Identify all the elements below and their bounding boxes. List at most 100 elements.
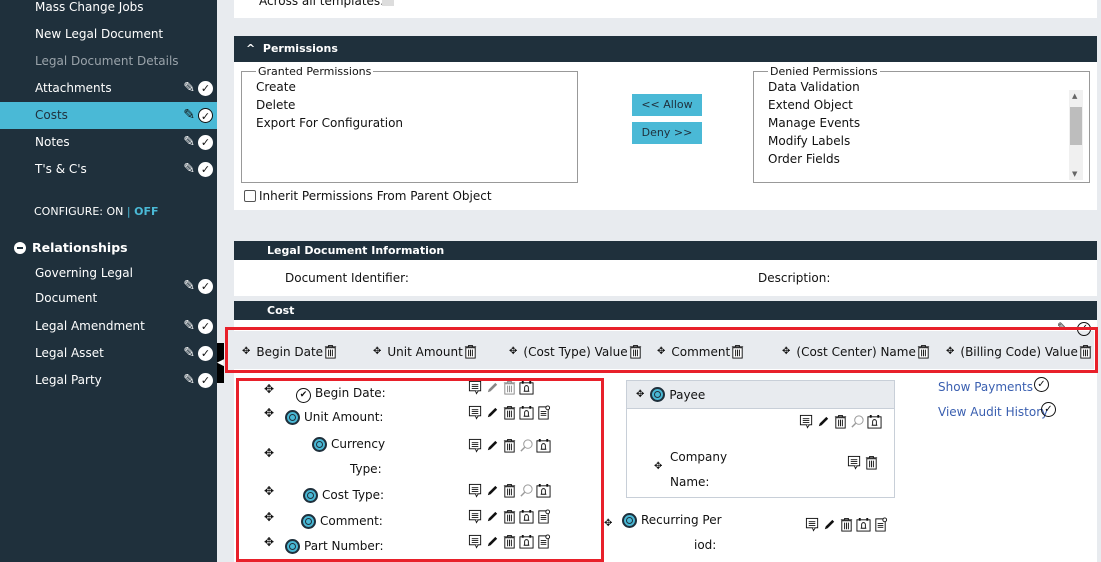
label: Legal Asset — [35, 346, 104, 360]
list-item[interactable]: Extend Object — [768, 96, 1075, 114]
scroll-up-icon[interactable]: ▲ — [1072, 92, 1077, 100]
permissions-header[interactable]: ^ Permissions — [234, 36, 1097, 62]
configure-off[interactable]: OFF — [134, 205, 158, 218]
pencil-icon[interactable] — [816, 414, 831, 429]
pencil-icon[interactable]: ✎ — [183, 313, 195, 340]
allow-button[interactable]: << Allow — [632, 94, 702, 116]
check-icon[interactable]: ✓ — [1034, 377, 1049, 392]
trash-icon[interactable] — [833, 414, 848, 429]
configure-on[interactable]: CONFIGURE: ON — [34, 205, 123, 218]
label: Attachments — [35, 81, 112, 95]
cost-header: Cost — [234, 301, 1097, 320]
rule-icon[interactable] — [873, 517, 888, 532]
sidebar-item-new-legal-document[interactable]: New Legal Document — [0, 21, 217, 48]
pencil-icon[interactable]: ✎ — [183, 367, 195, 394]
sidebar-item-legal-party[interactable]: Legal Party ✎ ✓ — [0, 367, 217, 394]
label: T's & C's — [35, 162, 87, 176]
legal-document-information-panel: Document Identifier: Description: — [234, 260, 1097, 296]
pencil-icon[interactable] — [822, 517, 837, 532]
list-item[interactable]: Manage Events — [768, 114, 1075, 132]
check-icon[interactable]: ✓ — [198, 373, 213, 388]
relationships-header[interactable]: Relationships — [14, 240, 128, 255]
sidebar-collapse-handle[interactable]: ◀ — [217, 343, 224, 383]
sidebar: Mass Change Jobs New Legal Document Lega… — [0, 0, 217, 562]
sidebar-item-governing-legal-document[interactable]: Governing Legal Document ✎ ✓ — [0, 261, 217, 311]
pencil-icon[interactable]: ✎ — [183, 129, 195, 156]
sidebar-item-notes[interactable]: Notes ✎ ✓ — [0, 129, 217, 156]
pencil-icon[interactable]: ✎ — [183, 340, 195, 367]
payee-header: ✥ Payee — [627, 381, 894, 409]
sidebar-item-costs[interactable]: Costs ✎ ✓ — [0, 102, 217, 129]
view-audit-history-link[interactable]: View Audit History — [938, 405, 1048, 419]
check-icon[interactable]: ✓ — [198, 319, 213, 334]
label: Name: — [670, 475, 710, 489]
check-icon[interactable]: ✓ — [198, 108, 213, 123]
sidebar-item-attachments[interactable]: Attachments ✎ ✓ — [0, 75, 217, 102]
comment-icon[interactable] — [799, 414, 814, 429]
check-icon[interactable]: ✓ — [1041, 402, 1056, 417]
alert-calendar-icon[interactable] — [856, 517, 871, 532]
sidebar-item-mass-change-jobs[interactable]: Mass Change Jobs — [0, 0, 217, 21]
sidebar-item-legal-document-details[interactable]: Legal Document Details — [0, 48, 217, 75]
label: iod: — [694, 538, 717, 552]
description-label: Description: — [758, 271, 831, 285]
pencil-icon[interactable]: ✎ — [183, 102, 195, 129]
label: Legal Amendment — [35, 319, 145, 333]
trash-icon[interactable] — [864, 455, 879, 470]
recurring-period-field: Recurring Per iod: — [622, 508, 722, 558]
across-templates-checkbox[interactable] — [382, 0, 394, 6]
pencil-icon[interactable]: ✎ — [183, 75, 195, 102]
chevron-up-icon: ^ — [246, 42, 256, 55]
check-icon[interactable]: ✓ — [198, 81, 213, 96]
scroll-thumb[interactable] — [1070, 107, 1082, 145]
search-icon[interactable] — [850, 414, 865, 429]
denied-legend: Denied Permissions — [770, 65, 878, 78]
company-name-label: Company Name: — [670, 445, 727, 495]
move-icon[interactable]: ✥ — [636, 389, 644, 400]
granted-permissions-list[interactable]: Granted Permissions Create Delete Export… — [241, 65, 578, 183]
check-icon[interactable]: ✓ — [198, 162, 213, 177]
granted-legend: Granted Permissions — [258, 65, 372, 78]
move-icon[interactable]: ✥ — [654, 461, 662, 472]
alert-calendar-icon[interactable] — [867, 414, 882, 429]
check-icon[interactable]: ✓ — [198, 279, 213, 294]
payee-label: Payee — [669, 387, 706, 402]
sidebar-item-legal-asset[interactable]: Legal Asset ✎ ✓ — [0, 340, 217, 367]
scroll-down-icon[interactable]: ▼ — [1072, 170, 1077, 178]
relationships-title: Relationships — [32, 240, 128, 255]
target-icon — [622, 513, 637, 528]
legal-document-information-header: Legal Document Information — [234, 241, 1097, 260]
scrollbar[interactable]: ▲ ▼ — [1069, 90, 1083, 180]
pencil-icon[interactable]: ✎ — [183, 156, 195, 183]
document-identifier-label: Document Identifier: — [285, 271, 409, 285]
list-item[interactable]: Export For Configuration — [256, 114, 563, 132]
trash-icon[interactable] — [839, 517, 854, 532]
check-icon[interactable]: ✓ — [198, 346, 213, 361]
label: Costs — [35, 108, 68, 122]
list-item[interactable]: Create — [256, 78, 563, 96]
check-icon[interactable]: ✓ — [198, 135, 213, 150]
highlight-box-fields — [236, 378, 604, 562]
label: Company — [670, 450, 728, 464]
list-item[interactable]: Data Validation — [768, 78, 1075, 96]
list-item[interactable]: Modify Labels — [768, 132, 1075, 150]
comment-icon[interactable] — [847, 455, 862, 470]
inherit-permissions[interactable]: Inherit Permissions From Parent Object — [244, 189, 492, 203]
sidebar-item-ts-cs[interactable]: T's & C's ✎ ✓ — [0, 156, 217, 183]
comment-icon[interactable] — [805, 517, 820, 532]
sidebar-item-legal-amendment[interactable]: Legal Amendment ✎ ✓ — [0, 313, 217, 340]
denied-permissions-list[interactable]: Denied Permissions Data Validation Exten… — [753, 65, 1090, 183]
list-item[interactable]: Delete — [256, 96, 563, 114]
list-item[interactable]: Order Fields — [768, 150, 1075, 168]
deny-button[interactable]: Deny >> — [632, 122, 702, 144]
show-payments-link[interactable]: Show Payments — [938, 380, 1033, 394]
highlight-box-columns — [225, 327, 1098, 373]
label: Legal Party — [35, 373, 102, 387]
move-icon[interactable]: ✥ — [604, 518, 612, 529]
top-panel: Across all templates: — [234, 0, 1097, 18]
pencil-icon[interactable]: ✎ — [183, 274, 195, 299]
inherit-label: Inherit Permissions From Parent Object — [259, 189, 492, 203]
collapse-icon[interactable] — [14, 241, 26, 254]
configure-toggle: CONFIGURE: ON | OFF — [34, 205, 159, 218]
inherit-checkbox[interactable] — [244, 190, 256, 202]
